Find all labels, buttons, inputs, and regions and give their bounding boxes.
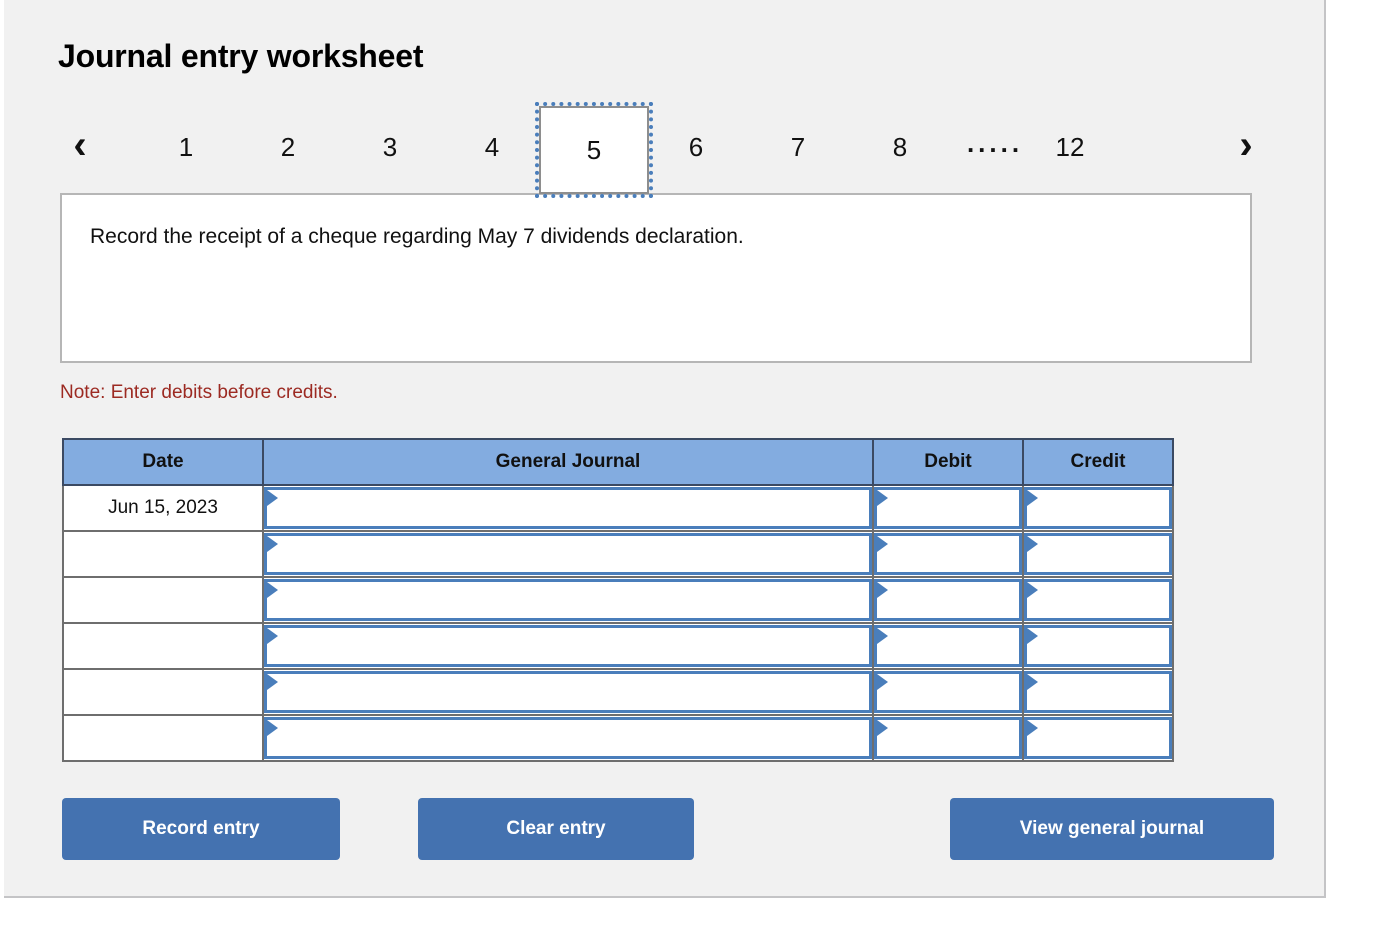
journal-entry-table: Date General Journal Debit Credit Jun 15… xyxy=(62,438,1174,762)
chevron-left-icon[interactable]: ‹ xyxy=(58,118,102,176)
credit-cell[interactable] xyxy=(1022,484,1174,532)
dropdown-triangle-icon xyxy=(1027,674,1038,690)
page-button-12[interactable]: 12 xyxy=(1040,118,1100,176)
chevron-right-icon[interactable]: › xyxy=(1224,118,1268,176)
credit-input[interactable] xyxy=(1024,671,1172,713)
table-row xyxy=(62,622,1174,670)
table-header-row: Date General Journal Debit Credit xyxy=(62,438,1174,486)
date-cell[interactable] xyxy=(62,668,264,716)
dropdown-triangle-icon xyxy=(267,490,278,506)
table-row xyxy=(62,530,1174,578)
page-button-2[interactable]: 2 xyxy=(258,118,318,176)
dropdown-triangle-icon xyxy=(267,674,278,690)
general-journal-cell[interactable] xyxy=(262,668,874,716)
credit-cell[interactable] xyxy=(1022,576,1174,624)
instruction-box: Record the receipt of a cheque regarding… xyxy=(60,193,1252,363)
dropdown-triangle-icon xyxy=(1027,582,1038,598)
debit-input[interactable] xyxy=(874,487,1022,529)
dropdown-triangle-icon xyxy=(267,720,278,736)
table-row: Jun 15, 2023 xyxy=(62,484,1174,532)
debit-input[interactable] xyxy=(874,671,1022,713)
debit-cell[interactable] xyxy=(872,714,1024,762)
debit-input[interactable] xyxy=(874,625,1022,667)
general-journal-input[interactable] xyxy=(264,625,872,667)
dropdown-triangle-icon xyxy=(267,582,278,598)
credit-cell[interactable] xyxy=(1022,530,1174,578)
dropdown-triangle-icon xyxy=(1027,536,1038,552)
table-row xyxy=(62,668,1174,716)
dropdown-triangle-icon xyxy=(267,628,278,644)
page-button-7[interactable]: 7 xyxy=(768,118,828,176)
credit-cell[interactable] xyxy=(1022,668,1174,716)
dropdown-triangle-icon xyxy=(877,536,888,552)
column-header-date: Date xyxy=(62,438,264,486)
instruction-text: Record the receipt of a cheque regarding… xyxy=(90,225,744,248)
credit-input[interactable] xyxy=(1024,717,1172,759)
general-journal-cell[interactable] xyxy=(262,530,874,578)
debit-input[interactable] xyxy=(874,717,1022,759)
page-title: Journal entry worksheet xyxy=(58,38,424,74)
credit-input[interactable] xyxy=(1024,579,1172,621)
page-button-4[interactable]: 4 xyxy=(462,118,522,176)
record-entry-button[interactable]: Record entry xyxy=(62,798,340,860)
general-journal-input[interactable] xyxy=(264,579,872,621)
credit-input[interactable] xyxy=(1024,533,1172,575)
column-header-debit: Debit xyxy=(872,438,1024,486)
credit-cell[interactable] xyxy=(1022,714,1174,762)
worksheet-panel: Journal entry worksheet ‹ 1 2 3 4 5 6 7 … xyxy=(4,0,1326,898)
dropdown-triangle-icon xyxy=(1027,720,1038,736)
general-journal-input[interactable] xyxy=(264,671,872,713)
note-text: Note: Enter debits before credits. xyxy=(60,382,338,403)
debit-cell[interactable] xyxy=(872,530,1024,578)
dropdown-triangle-icon xyxy=(877,490,888,506)
date-cell[interactable] xyxy=(62,622,264,670)
page-button-5[interactable]: 5 xyxy=(535,102,653,198)
clear-entry-button[interactable]: Clear entry xyxy=(418,798,694,860)
dropdown-triangle-icon xyxy=(1027,490,1038,506)
dropdown-triangle-icon xyxy=(877,582,888,598)
date-cell[interactable]: Jun 15, 2023 xyxy=(62,484,264,532)
dropdown-triangle-icon xyxy=(1027,628,1038,644)
dropdown-triangle-icon xyxy=(267,536,278,552)
page-button-1[interactable]: 1 xyxy=(156,118,216,176)
view-general-journal-button[interactable]: View general journal xyxy=(950,798,1274,860)
dropdown-triangle-icon xyxy=(877,674,888,690)
dropdown-triangle-icon xyxy=(877,720,888,736)
general-journal-cell[interactable] xyxy=(262,714,874,762)
general-journal-input[interactable] xyxy=(264,717,872,759)
general-journal-input[interactable] xyxy=(264,533,872,575)
pagination: ‹ 1 2 3 4 5 6 7 8 ..... 12 › xyxy=(58,102,1278,198)
debit-cell[interactable] xyxy=(872,484,1024,532)
column-header-credit: Credit xyxy=(1022,438,1174,486)
debit-cell[interactable] xyxy=(872,668,1024,716)
credit-input[interactable] xyxy=(1024,625,1172,667)
page-button-3[interactable]: 3 xyxy=(360,118,420,176)
debit-input[interactable] xyxy=(874,579,1022,621)
column-header-general-journal: General Journal xyxy=(262,438,874,486)
dropdown-triangle-icon xyxy=(877,628,888,644)
credit-input[interactable] xyxy=(1024,487,1172,529)
page-button-6[interactable]: 6 xyxy=(666,118,726,176)
general-journal-cell[interactable] xyxy=(262,576,874,624)
table-row xyxy=(62,576,1174,624)
credit-cell[interactable] xyxy=(1022,622,1174,670)
date-cell[interactable] xyxy=(62,714,264,762)
date-cell[interactable] xyxy=(62,576,264,624)
debit-cell[interactable] xyxy=(872,622,1024,670)
pagination-ellipsis: ..... xyxy=(966,128,1024,158)
date-cell[interactable] xyxy=(62,530,264,578)
general-journal-input[interactable] xyxy=(264,487,872,529)
debit-cell[interactable] xyxy=(872,576,1024,624)
debit-input[interactable] xyxy=(874,533,1022,575)
page-button-8[interactable]: 8 xyxy=(870,118,930,176)
general-journal-cell[interactable] xyxy=(262,622,874,670)
table-row xyxy=(62,714,1174,762)
general-journal-cell[interactable] xyxy=(262,484,874,532)
